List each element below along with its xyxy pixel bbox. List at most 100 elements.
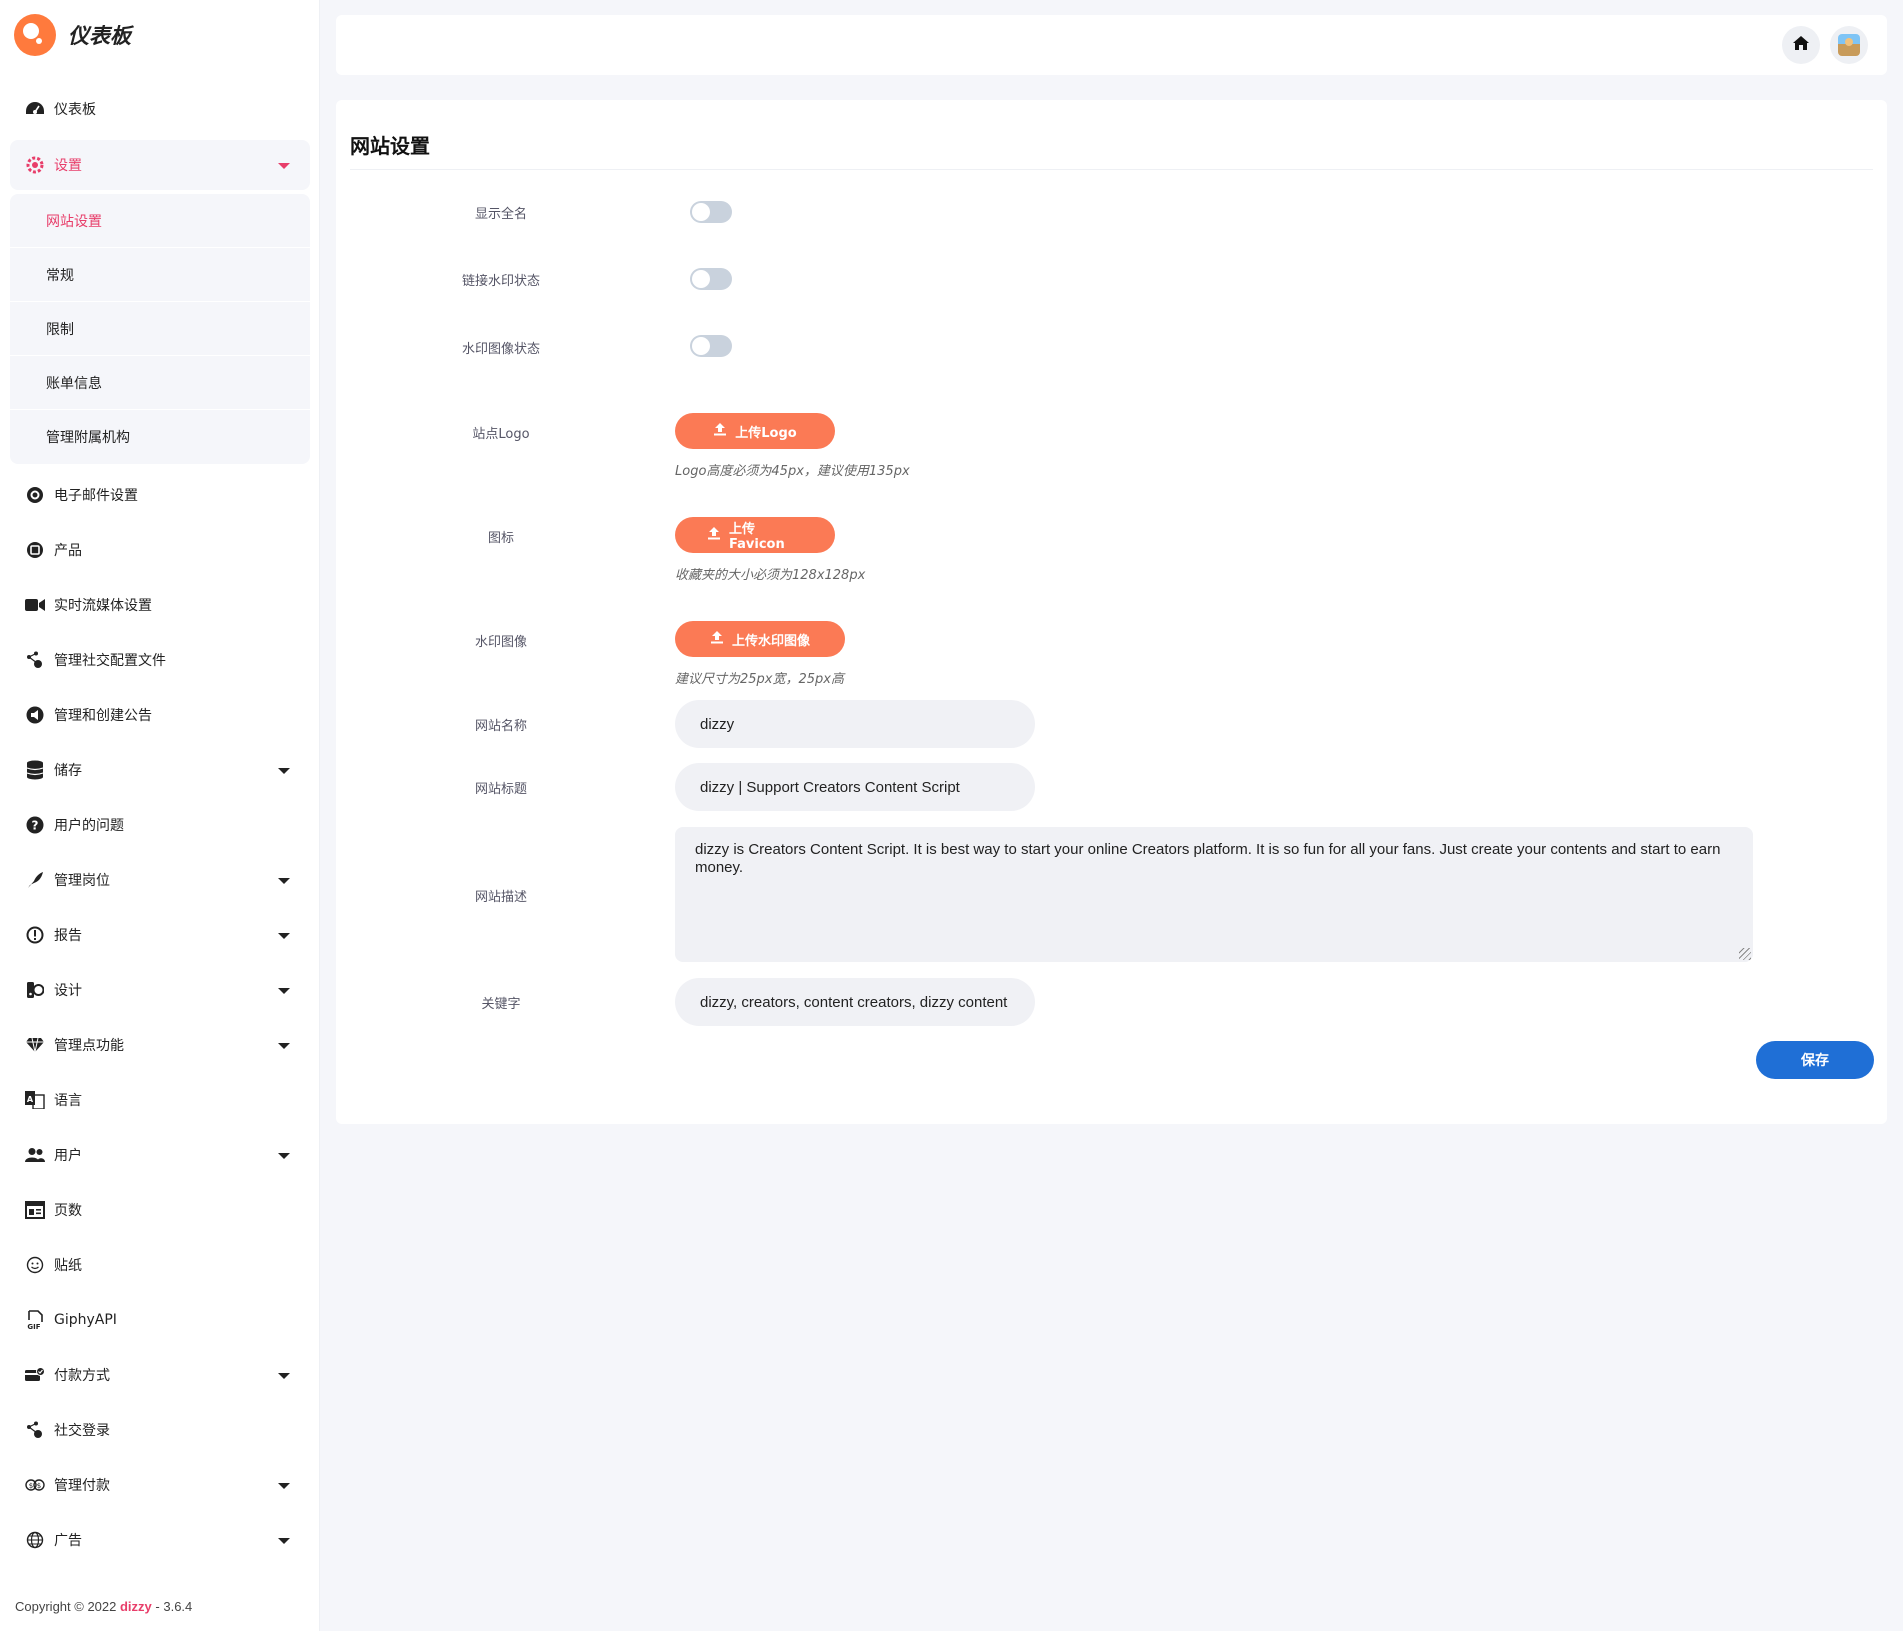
user-avatar-button[interactable] (1830, 26, 1868, 64)
submenu-item-site-settings[interactable]: 网站设置 (10, 194, 310, 248)
upload-favicon-button[interactable]: 上传Favicon (675, 517, 835, 553)
sidebar-item-label: 报告 (54, 928, 82, 944)
globe-icon (24, 1529, 46, 1551)
sidebar-item[interactable]: 管理社交配置文件 (10, 635, 310, 685)
sidebar-item[interactable]: GIF GiphyAPI (10, 1295, 310, 1345)
keywords-label: 关键字 (481, 997, 521, 1012)
submenu-item-billing[interactable]: 账单信息 (10, 356, 310, 410)
sidebar-item-label: 设计 (54, 983, 82, 999)
user-avatar-icon (1838, 34, 1860, 56)
palette-icon (24, 979, 46, 1001)
site-settings-card: 网站设置 显示全名 链接水印状态 水印图像状态 站点Logo 上传Logo Lo… (336, 100, 1887, 1124)
sidebar-item-label: 页数 (54, 1203, 82, 1219)
sidebar-item[interactable]: 储存 (10, 745, 310, 795)
upload-logo-button[interactable]: 上传Logo (675, 413, 835, 449)
sidebar: 仪表板 仪表板 设置 网站设置 常规 限制 账单信息 管理附属机构 电子邮件设置… (0, 0, 320, 1631)
translate-icon: A (24, 1089, 46, 1111)
chevron-down-icon (278, 1153, 290, 1159)
sidebar-item[interactable]: A 语言 (10, 1075, 310, 1125)
copyright-text: Copyright © 2022 (15, 1599, 117, 1614)
watermark-image-status-toggle[interactable] (690, 335, 732, 357)
users-icon (24, 1144, 46, 1166)
show-full-name-toggle[interactable] (690, 201, 732, 223)
chevron-down-icon (278, 1538, 290, 1544)
settings-submenu: 网站设置 常规 限制 账单信息 管理附属机构 (10, 194, 310, 464)
site-name-label: 网站名称 (474, 719, 527, 734)
share-icon (24, 1419, 46, 1441)
upload-icon (707, 526, 721, 544)
upload-watermark-button[interactable]: 上传水印图像 (675, 621, 845, 657)
upload-favicon-label: 上传Favicon (729, 522, 785, 552)
copyright-brand-link[interactable]: dizzy (120, 1599, 152, 1614)
sidebar-item[interactable]: 产品 (10, 525, 310, 575)
sidebar-item[interactable]: 电子邮件设置 (10, 470, 310, 520)
site-description-textarea[interactable]: dizzy is Creators Content Script. It is … (675, 827, 1753, 962)
svg-text:A: A (27, 1095, 34, 1104)
submenu-item-general[interactable]: 常规 (10, 248, 310, 302)
brand[interactable]: 仪表板 (14, 14, 131, 56)
dashboard-icon (24, 98, 46, 120)
sidebar-item[interactable]: 实时流媒体设置 (10, 580, 310, 630)
chevron-down-icon (278, 1483, 290, 1489)
favicon-hint: 收藏夹的大小必须为128x128px (675, 568, 866, 583)
sidebar-item-label: 贴纸 (54, 1258, 82, 1274)
sidebar-item[interactable]: 广告 (10, 1515, 310, 1565)
link-watermark-toggle[interactable] (690, 268, 732, 290)
chevron-down-icon (278, 878, 290, 884)
product-icon (24, 539, 46, 561)
submenu-item-affiliates[interactable]: 管理附属机构 (10, 410, 310, 464)
divider (350, 169, 1873, 170)
resize-handle-icon[interactable] (1739, 948, 1751, 960)
svg-text:GIF: GIF (27, 1323, 40, 1330)
sidebar-item[interactable]: 管理点功能 (10, 1020, 310, 1070)
sidebar-item-label: GiphyAPI (54, 1312, 117, 1328)
sidebar-item[interactable]: 社交登录 (10, 1405, 310, 1455)
database-icon (24, 759, 46, 781)
gear-icon (24, 154, 46, 176)
site-name-input[interactable]: dizzy (675, 700, 1035, 748)
version-text: - 3.6.4 (155, 1599, 193, 1614)
sidebar-item[interactable]: 用户 (10, 1130, 310, 1180)
sidebar-item[interactable]: $ $ 管理付款 (10, 1460, 310, 1510)
sidebar-item[interactable]: 页数 (10, 1185, 310, 1235)
sidebar-item-label: 管理付款 (54, 1478, 110, 1494)
sidebar-item[interactable]: 设计 (10, 965, 310, 1015)
upload-logo-label: 上传Logo (735, 425, 797, 441)
show-full-name-label: 显示全名 (474, 207, 527, 222)
megaphone-icon (24, 704, 46, 726)
sidebar-item-label: 用户 (54, 1148, 82, 1164)
at-icon (24, 484, 46, 506)
sidebar-item-label: 管理点功能 (54, 1038, 124, 1054)
keywords-input[interactable]: dizzy, creators, content creators, dizzy… (675, 978, 1035, 1026)
gif-icon: GIF (24, 1309, 46, 1331)
sidebar-item[interactable]: ? 用户的问题 (10, 800, 310, 850)
sidebar-item-label: 仪表板 (54, 102, 96, 118)
share-icon (24, 649, 46, 671)
site-logo-label: 站点Logo (472, 427, 530, 442)
save-button[interactable]: 保存 (1756, 1041, 1874, 1079)
sidebar-item-label: 管理和创建公告 (54, 708, 152, 724)
site-title-input[interactable]: dizzy | Support Creators Content Script (675, 763, 1035, 811)
sidebar-item-label: 语言 (54, 1093, 82, 1109)
page-title: 网站设置 (350, 134, 430, 158)
sidebar-item[interactable]: 报告 (10, 910, 310, 960)
sidebar-item-label: 设置 (54, 158, 82, 174)
upload-icon (710, 630, 724, 648)
home-button[interactable] (1782, 26, 1820, 64)
sidebar-item-label: 付款方式 (54, 1368, 110, 1384)
sidebar-item[interactable]: 管理岗位 (10, 855, 310, 905)
submenu-item-limits[interactable]: 限制 (10, 302, 310, 356)
payment-card-icon (24, 1364, 46, 1386)
sidebar-item[interactable]: 贴纸 (10, 1240, 310, 1290)
sidebar-item-dashboard[interactable]: 仪表板 (10, 84, 310, 134)
chevron-down-icon (278, 1373, 290, 1379)
sidebar-item-settings[interactable]: 设置 (10, 140, 310, 190)
site-title-label: 网站标题 (474, 782, 527, 797)
sidebar-item-label: 实时流媒体设置 (54, 598, 152, 614)
sidebar-item[interactable]: 管理和创建公告 (10, 690, 310, 740)
video-camera-icon (24, 594, 46, 616)
sidebar-item[interactable]: 付款方式 (10, 1350, 310, 1400)
watermark-hint: 建议尺寸为25px宽，25px高 (675, 672, 844, 687)
money-icon: $ $ (24, 1474, 46, 1496)
home-icon (1792, 35, 1810, 56)
